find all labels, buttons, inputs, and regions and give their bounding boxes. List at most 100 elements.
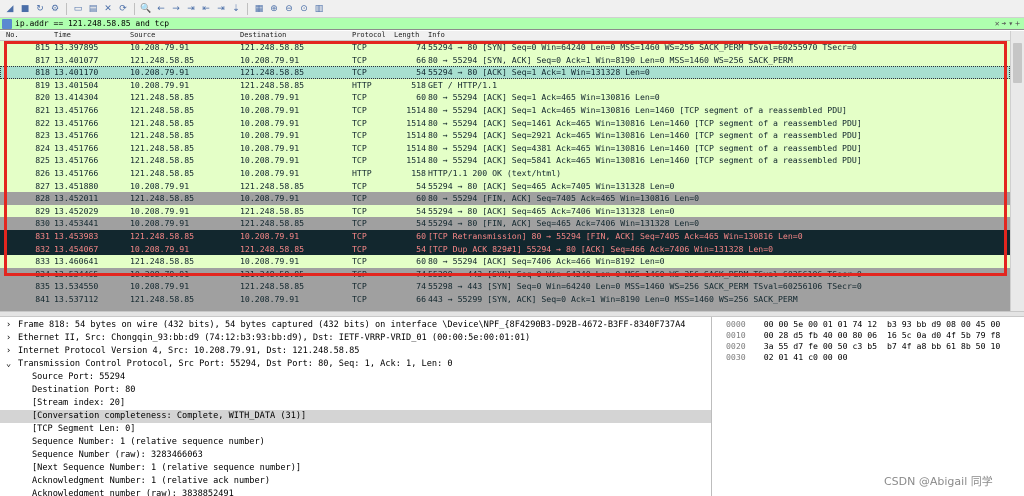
- packet-row[interactable]: 831 13.453983 121.248.58.85 10.208.79.91 TCP…: [0, 230, 1010, 243]
- column-source[interactable]: Source: [130, 31, 155, 39]
- expand-arrow-icon[interactable]: ⌄: [6, 358, 18, 371]
- packet-row[interactable]: 817 13.401077 121.248.58.85 10.208.79.91 TCP…: [0, 53, 1010, 67]
- packet-row[interactable]: 829 13.452029 10.208.79.91 121.248.58.85 TCP…: [0, 204, 1010, 218]
- scrollbar-thumb[interactable]: [1013, 43, 1022, 83]
- last-packet-icon[interactable]: ⇥: [215, 3, 227, 15]
- packet-row[interactable]: 820 13.414304 121.248.58.85 10.208.79.91 TCP…: [0, 91, 1010, 104]
- zoom-in-icon[interactable]: ⊕: [268, 3, 280, 15]
- resize-columns-icon[interactable]: ▥: [313, 3, 325, 15]
- packet-row[interactable]: 830 13.453441 10.208.79.91 121.248.58.85 TCP…: [0, 217, 1010, 230]
- detail-tree-item[interactable]: ⌄ Transmission Control Protocol, Src Port…: [0, 358, 711, 371]
- packet-row[interactable]: 821 13.451766 121.248.58.85 10.208.79.91 TCP…: [0, 104, 1010, 117]
- hex-bytes: 00 28 d5 fb 40 00 80 06 16 5c 0a d0 4f 5…: [763, 330, 1001, 340]
- packet-no-cell: 833: [35, 256, 50, 267]
- detail-tree-item[interactable]: [TCP Segment Len: 0]: [0, 423, 711, 436]
- expand-arrow-icon[interactable]: ›: [6, 332, 18, 345]
- column-no[interactable]: No.: [6, 31, 19, 39]
- display-filter-input[interactable]: ip.addr == 121.248.58.85 and tcp: [15, 19, 169, 28]
- packet-row[interactable]: 824 13.451766 121.248.58.85 10.208.79.91 TCP…: [0, 141, 1010, 155]
- hex-dump-line[interactable]: 0010 00 28 d5 fb 40 00 80 06 16 5c 0a d0 …: [726, 330, 1000, 341]
- filter-dropdown-icon[interactable]: ▾: [1008, 19, 1013, 28]
- column-protocol[interactable]: Protocol: [352, 31, 386, 39]
- settings-icon[interactable]: ⚙: [49, 3, 61, 15]
- detail-tree-item[interactable]: [Next Sequence Number: 1 (relative seque…: [0, 462, 711, 475]
- apply-filter-icon[interactable]: ➔: [1002, 19, 1007, 28]
- packet-info-cell: 80 → 55294 [ACK] Seq=2921 Ack=465 Win=13…: [428, 130, 862, 141]
- expand-arrow-icon[interactable]: ›: [6, 319, 18, 332]
- detail-tree-item[interactable]: › Frame 818: 54 bytes on wire (432 bits),…: [0, 319, 711, 332]
- detail-tree-item[interactable]: › Ethernet II, Src: Chongqin_93:bb:d9 (74…: [0, 332, 711, 345]
- packet-row[interactable]: 822 13.451766 121.248.58.85 10.208.79.91 TCP…: [0, 116, 1010, 130]
- packet-row[interactable]: 828 13.452011 121.248.58.85 10.208.79.91 TCP…: [0, 192, 1010, 205]
- detail-tree-item[interactable]: Acknowledgment number (raw): 3838852491: [0, 488, 711, 496]
- packet-src-cell: 121.248.58.85: [130, 256, 195, 267]
- packet-time-cell: 13.453983: [54, 231, 99, 241]
- packet-row[interactable]: 819 13.401504 10.208.79.91 121.248.58.85 HTT…: [0, 78, 1010, 92]
- packet-no-cell: 819: [35, 79, 50, 90]
- go-forward-icon[interactable]: →: [170, 3, 182, 15]
- open-folder-icon[interactable]: ▭: [72, 3, 84, 15]
- detail-text: Ethernet II, Src: Chongqin_93:bb:d9 (74:…: [18, 333, 531, 343]
- packet-row[interactable]: 835 13.534550 10.208.79.91 121.248.58.85 TCP…: [0, 280, 1010, 293]
- column-info[interactable]: Info: [428, 31, 445, 39]
- packet-details-pane[interactable]: › Frame 818: 54 bytes on wire (432 bits),…: [0, 317, 712, 496]
- reload-icon[interactable]: ⟳: [117, 3, 129, 15]
- autoscroll-icon[interactable]: ⇣: [230, 3, 242, 15]
- zoom-out-icon[interactable]: ⊖: [283, 3, 295, 15]
- hex-dump-line[interactable]: 0030 02 01 41 c0 00 00: [726, 352, 848, 363]
- packet-dst-cell: 121.248.58.85: [240, 42, 305, 52]
- packet-row[interactable]: 834 13.534465 10.208.79.91 121.248.58.85 TCP…: [0, 267, 1010, 281]
- packet-time-cell: 13.451766: [54, 142, 99, 153]
- detail-tree-item[interactable]: Source Port: 55294: [0, 371, 711, 384]
- packet-len-cell: 1514: [406, 142, 426, 153]
- expand-arrow-icon[interactable]: ›: [6, 345, 18, 358]
- detail-text: [Conversation completeness: Complete, WI…: [32, 411, 307, 421]
- hex-dump-line[interactable]: 0020 3a 55 d7 fe 00 50 c3 b5 b7 4f a8 bb …: [726, 341, 1000, 352]
- square-stop-icon[interactable]: ■: [19, 3, 31, 15]
- save-file-icon[interactable]: ▤: [87, 3, 99, 15]
- go-back-icon[interactable]: ←: [155, 3, 167, 15]
- normal-size-icon[interactable]: ⊙: [298, 3, 310, 15]
- packet-time-cell: 13.460641: [54, 256, 99, 267]
- packet-proto-cell: TCP: [352, 54, 367, 65]
- packet-bytes-pane[interactable]: 0000 00 00 5e 00 01 01 74 12 b3 93 bb d9 …: [720, 317, 1024, 467]
- column-time[interactable]: Time: [54, 31, 71, 39]
- close-file-icon[interactable]: ✕: [102, 3, 114, 15]
- packet-row[interactable]: 827 13.451880 10.208.79.91 121.248.58.85 TCP…: [0, 179, 1010, 193]
- packet-row[interactable]: 823 13.451766 121.248.58.85 10.208.79.91 TCP…: [0, 129, 1010, 142]
- packet-row[interactable]: 818 13.401170 10.208.79.91 121.248.58.85 TCP…: [0, 66, 1010, 79]
- go-to-packet-icon[interactable]: ⇥: [185, 3, 197, 15]
- colorize-icon[interactable]: ▦: [253, 3, 265, 15]
- detail-tree-item[interactable]: › Internet Protocol Version 4, Src: 10.20…: [0, 345, 711, 358]
- packet-list-scrollbar[interactable]: [1010, 31, 1024, 311]
- shark-fin-icon[interactable]: ◢: [4, 3, 16, 15]
- packet-list[interactable]: 815 13.397895 10.208.79.91 121.248.58.85 TCP…: [0, 41, 1010, 311]
- detail-tree-item[interactable]: Acknowledgment Number: 1 (relative ack n…: [0, 475, 711, 488]
- packet-row[interactable]: 841 13.537112 121.248.58.85 10.208.79.91 TCP…: [0, 293, 1010, 306]
- detail-tree-item[interactable]: Sequence Number: 1 (relative sequence nu…: [0, 436, 711, 449]
- detail-tree-item[interactable]: [Stream index: 20]: [0, 397, 711, 410]
- add-filter-button-icon[interactable]: +: [1015, 19, 1020, 28]
- packet-dst-cell: 10.208.79.91: [240, 130, 300, 141]
- hex-dump-line[interactable]: 0000 00 00 5e 00 01 01 74 12 b3 93 bb d9 …: [726, 319, 1000, 330]
- bookmark-filter-icon[interactable]: [2, 18, 12, 29]
- find-icon[interactable]: 🔍: [140, 3, 152, 15]
- display-filter-bar[interactable]: ip.addr == 121.248.58.85 and tcp ✕ ➔ ▾ +: [0, 18, 1024, 30]
- restart-icon[interactable]: ↻: [34, 3, 46, 15]
- clear-filter-icon[interactable]: ✕: [995, 19, 1000, 28]
- packet-row[interactable]: 815 13.397895 10.208.79.91 121.248.58.85 TCP…: [0, 41, 1010, 54]
- packet-row[interactable]: 825 13.451766 121.248.58.85 10.208.79.91 TCP…: [0, 154, 1010, 167]
- detail-tree-item[interactable]: [Conversation completeness: Complete, WI…: [0, 410, 711, 423]
- packet-row[interactable]: 833 13.460641 121.248.58.85 10.208.79.91 TCP…: [0, 255, 1010, 268]
- column-length[interactable]: Length: [394, 31, 419, 39]
- packet-row[interactable]: 832 13.454067 10.208.79.91 121.248.58.85 TCP…: [0, 242, 1010, 256]
- packet-len-cell: 1514: [406, 117, 426, 128]
- packet-time-cell: 13.537112: [54, 294, 99, 304]
- packet-dst-cell: 10.208.79.91: [240, 294, 300, 304]
- detail-tree-item[interactable]: Sequence Number (raw): 3283466063: [0, 449, 711, 462]
- packet-row[interactable]: 826 13.451766 121.248.58.85 10.208.79.91 HTT…: [0, 167, 1010, 180]
- first-packet-icon[interactable]: ⇤: [200, 3, 212, 15]
- packet-dst-cell: 10.208.79.91: [240, 155, 300, 166]
- detail-tree-item[interactable]: Destination Port: 80: [0, 384, 711, 397]
- column-destination[interactable]: Destination: [240, 31, 286, 39]
